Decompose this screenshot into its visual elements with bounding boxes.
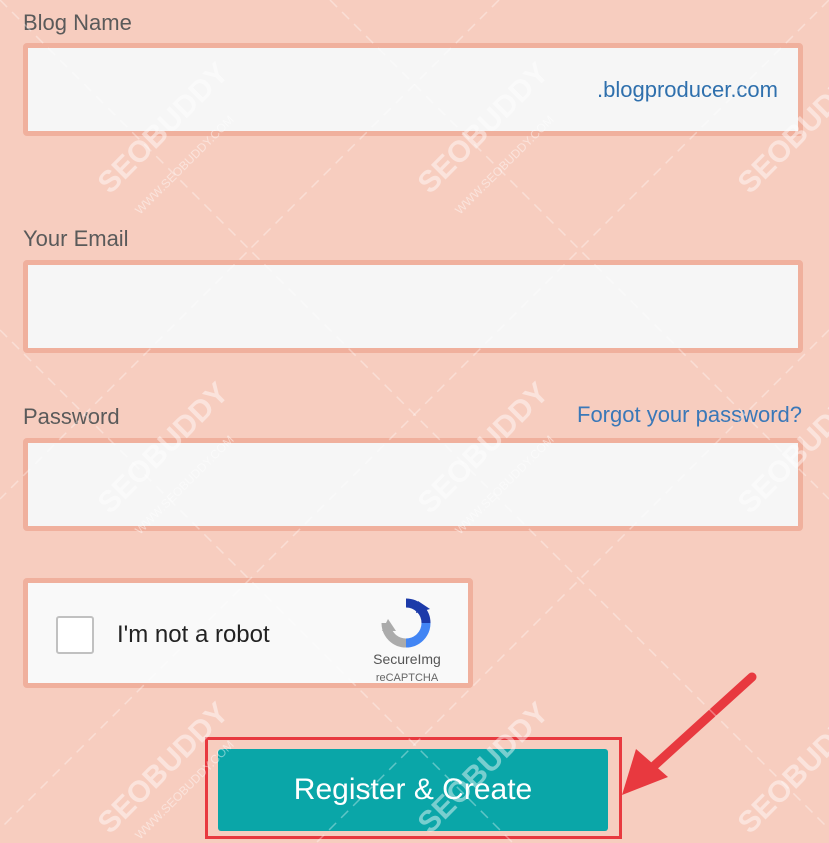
forgot-password-link[interactable]: Forgot your password? bbox=[577, 402, 802, 428]
password-input[interactable] bbox=[28, 443, 798, 526]
blog-name-label: Blog Name bbox=[23, 10, 132, 35]
email-input[interactable] bbox=[28, 265, 798, 348]
recaptcha-checkbox[interactable] bbox=[56, 616, 94, 654]
recaptcha-brand: SecureImg bbox=[373, 651, 441, 667]
annotation-arrow-icon bbox=[622, 672, 757, 795]
email-field[interactable] bbox=[23, 260, 803, 353]
recaptcha-label: I'm not a robot bbox=[117, 621, 270, 648]
blog-name-field[interactable]: .blogproducer.com bbox=[23, 43, 803, 136]
password-label: Password bbox=[23, 404, 120, 429]
email-label: Your Email bbox=[23, 226, 129, 251]
register-create-button[interactable]: Register & Create bbox=[218, 749, 608, 831]
blog-domain-suffix: .blogproducer.com bbox=[597, 76, 778, 102]
recaptcha-sub: reCAPTCHA bbox=[375, 672, 439, 684]
recaptcha-widget: I'm not a robot SecureImg reCAPTCHA bbox=[23, 578, 473, 688]
recaptcha-logo-icon bbox=[381, 598, 431, 648]
password-field[interactable] bbox=[23, 438, 803, 531]
